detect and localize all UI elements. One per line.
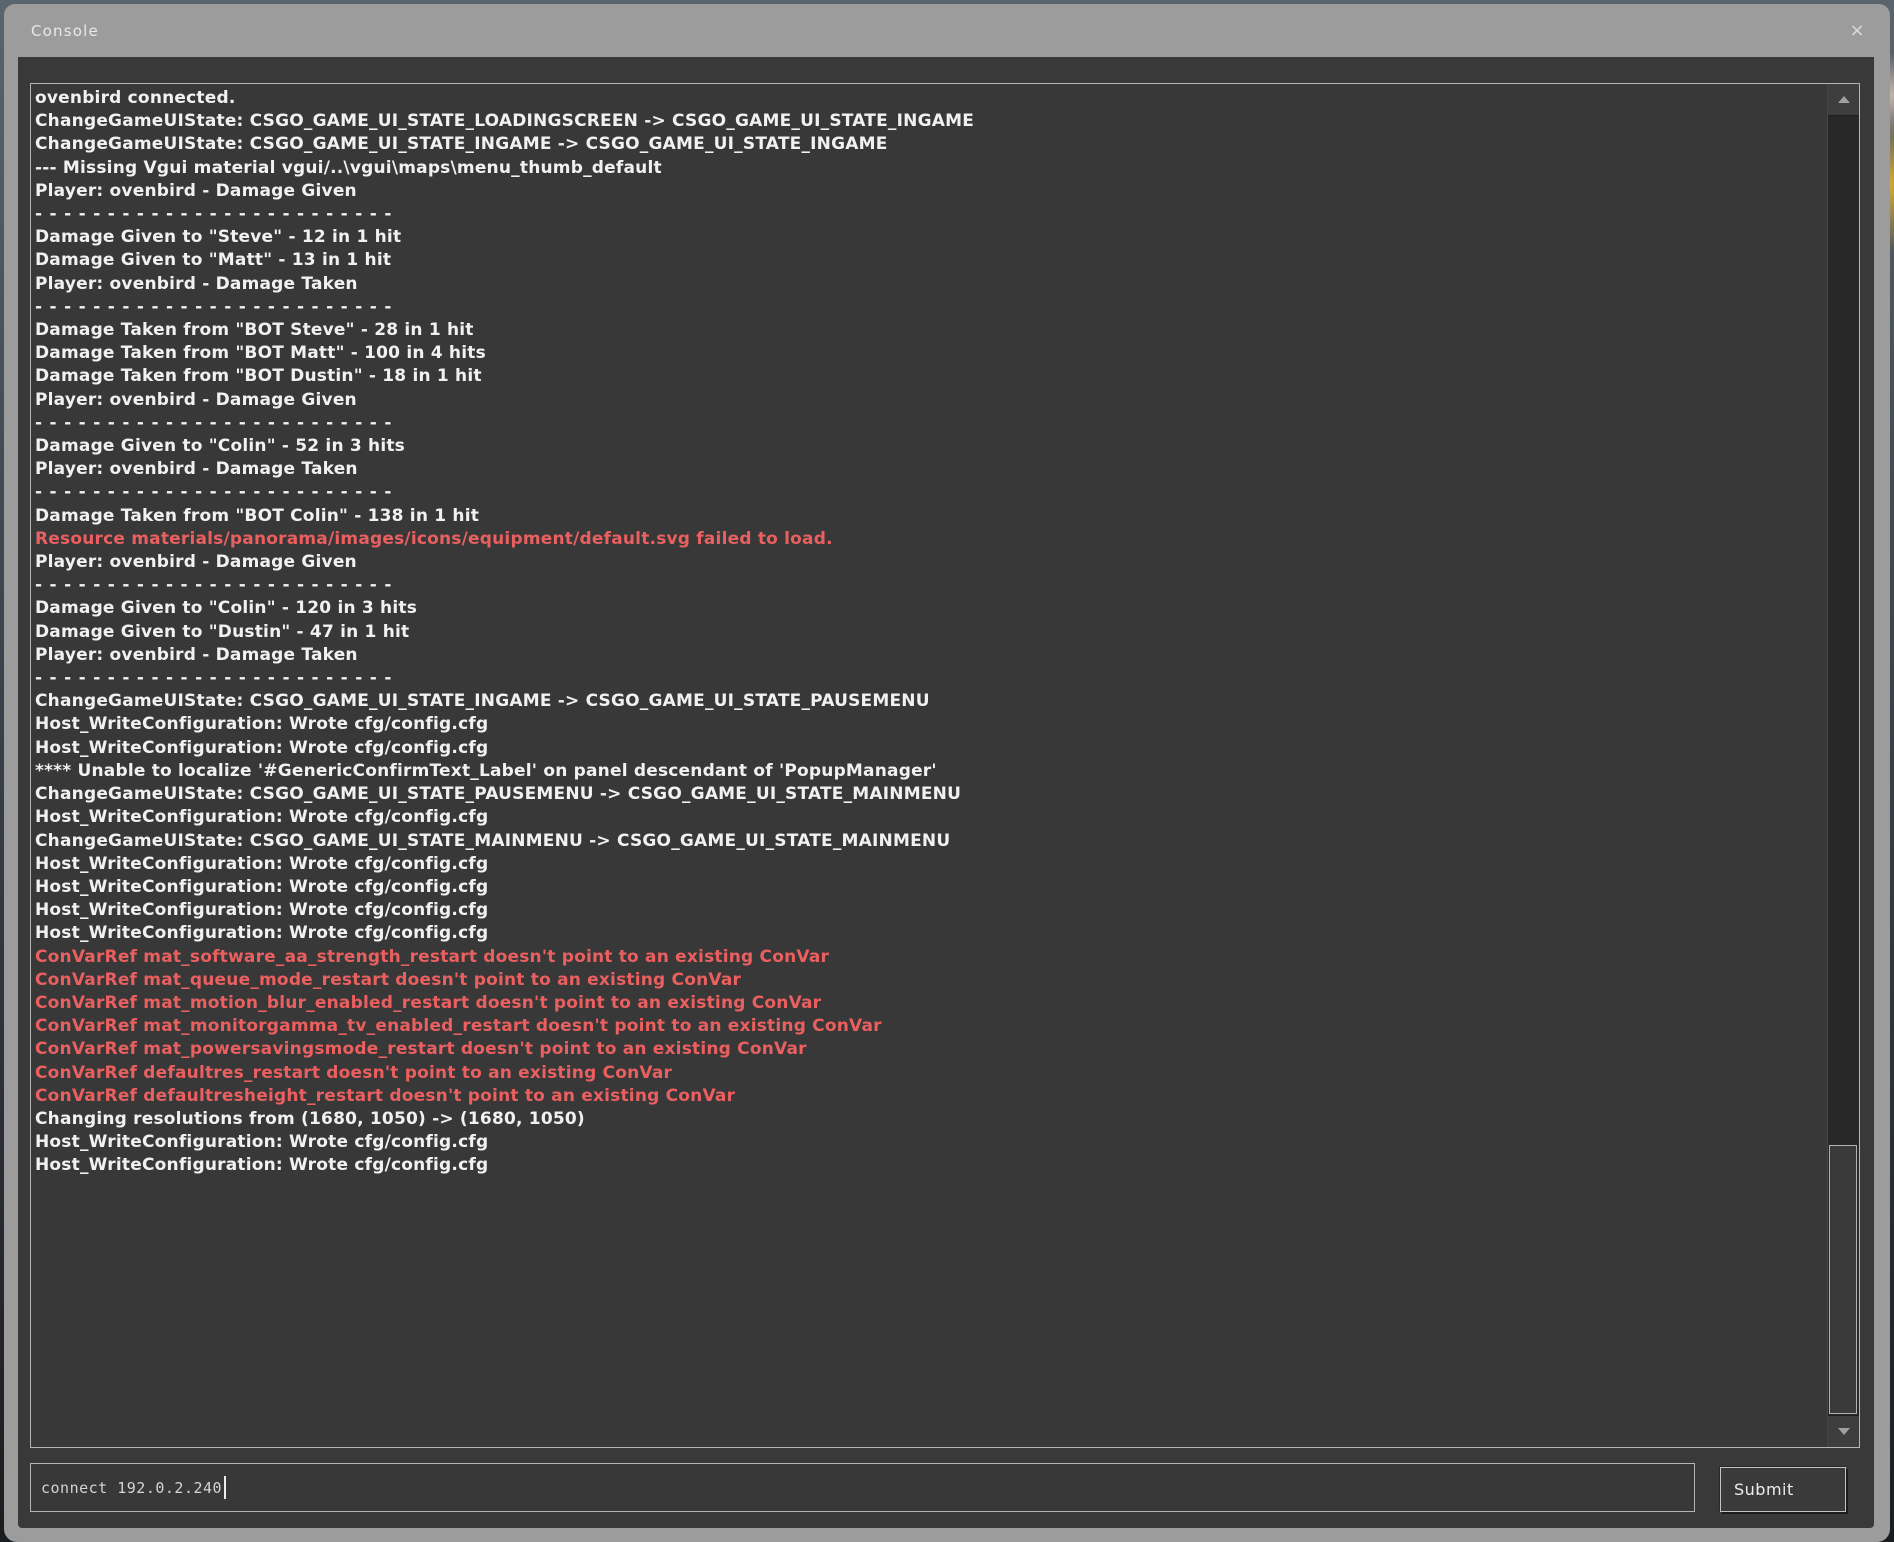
console-output-box: ovenbird connected.ChangeGameUIState: CS… [30, 83, 1860, 1448]
submit-button[interactable]: Submit [1720, 1467, 1846, 1512]
console-line: Damage Given to "Colin" - 120 in 3 hits [35, 597, 1826, 620]
console-line: Host_WriteConfiguration: Wrote cfg/confi… [35, 713, 1826, 736]
scrollbar[interactable] [1827, 84, 1859, 1447]
console-line: ConVarRef defaultresheight_restart doesn… [35, 1085, 1826, 1108]
window-title: Console [31, 22, 99, 40]
arrow-up-icon [1838, 96, 1850, 103]
console-line: ConVarRef mat_motion_blur_enabled_restar… [35, 992, 1826, 1015]
command-input[interactable]: connect 192.0.2.240 [30, 1463, 1695, 1512]
console-line: ------------------------- [35, 481, 1826, 504]
console-line: Player: ovenbird - Damage Taken [35, 644, 1826, 667]
text-cursor [224, 1476, 226, 1499]
console-line: Host_WriteConfiguration: Wrote cfg/confi… [35, 1131, 1826, 1154]
console-line: Player: ovenbird - Damage Given [35, 389, 1826, 412]
console-line: Player: ovenbird - Damage Taken [35, 458, 1826, 481]
console-line: ------------------------- [35, 296, 1826, 319]
scrollbar-thumb[interactable] [1829, 1145, 1857, 1414]
console-line: Resource materials/panorama/images/icons… [35, 528, 1826, 551]
console-line: Damage Given to "Dustin" - 47 in 1 hit [35, 621, 1826, 644]
console-line: Host_WriteConfiguration: Wrote cfg/confi… [35, 899, 1826, 922]
console-panel: ovenbird connected.ChangeGameUIState: CS… [18, 57, 1874, 1528]
console-line: Damage Given to "Colin" - 52 in 3 hits [35, 435, 1826, 458]
console-line: ------------------------- [35, 667, 1826, 690]
console-line: Damage Given to "Steve" - 12 in 1 hit [35, 226, 1826, 249]
console-line: ConVarRef defaultres_restart doesn't poi… [35, 1062, 1826, 1085]
console-window: Console × ovenbird connected.ChangeGameU… [4, 4, 1890, 1542]
console-line: ChangeGameUIState: CSGO_GAME_UI_STATE_IN… [35, 133, 1826, 156]
console-line: Damage Taken from "BOT Dustin" - 18 in 1… [35, 365, 1826, 388]
console-line: Player: ovenbird - Damage Given [35, 551, 1826, 574]
console-line: ------------------------- [35, 574, 1826, 597]
console-line: ConVarRef mat_software_aa_strength_resta… [35, 946, 1826, 969]
console-line: Damage Taken from "BOT Colin" - 138 in 1… [35, 505, 1826, 528]
console-line: ConVarRef mat_queue_mode_restart doesn't… [35, 969, 1826, 992]
console-line: ChangeGameUIState: CSGO_GAME_UI_STATE_LO… [35, 110, 1826, 133]
console-line: Player: ovenbird - Damage Given [35, 180, 1826, 203]
submit-button-label: Submit [1734, 1480, 1794, 1499]
close-icon: × [1849, 20, 1864, 41]
command-input-value: connect 192.0.2.240 [41, 1479, 222, 1497]
console-line: Host_WriteConfiguration: Wrote cfg/confi… [35, 853, 1826, 876]
console-line: ovenbird connected. [35, 87, 1826, 110]
title-bar[interactable]: Console × [4, 4, 1890, 57]
scroll-up-button[interactable] [1828, 84, 1859, 116]
scroll-down-button[interactable] [1828, 1415, 1859, 1447]
console-line: **** Unable to localize '#GenericConfirm… [35, 760, 1826, 783]
console-line: Player: ovenbird - Damage Taken [35, 273, 1826, 296]
console-line: Changing resolutions from (1680, 1050) -… [35, 1108, 1826, 1131]
console-line: Host_WriteConfiguration: Wrote cfg/confi… [35, 1154, 1826, 1177]
console-line: Damage Taken from "BOT Steve" - 28 in 1 … [35, 319, 1826, 342]
console-line: ------------------------- [35, 203, 1826, 226]
console-log: ovenbird connected.ChangeGameUIState: CS… [31, 84, 1826, 1447]
console-line: ChangeGameUIState: CSGO_GAME_UI_STATE_MA… [35, 830, 1826, 853]
console-line: Host_WriteConfiguration: Wrote cfg/confi… [35, 922, 1826, 945]
console-line: ConVarRef mat_monitorgamma_tv_enabled_re… [35, 1015, 1826, 1038]
console-line: ChangeGameUIState: CSGO_GAME_UI_STATE_PA… [35, 783, 1826, 806]
close-button[interactable]: × [1844, 17, 1870, 43]
console-line: Host_WriteConfiguration: Wrote cfg/confi… [35, 876, 1826, 899]
console-line: ConVarRef mat_powersavingsmode_restart d… [35, 1038, 1826, 1061]
arrow-down-icon [1838, 1428, 1850, 1435]
console-line: --- Missing Vgui material vgui/..\vgui\m… [35, 157, 1826, 180]
console-line: Host_WriteConfiguration: Wrote cfg/confi… [35, 737, 1826, 760]
console-line: Damage Taken from "BOT Matt" - 100 in 4 … [35, 342, 1826, 365]
console-line: Host_WriteConfiguration: Wrote cfg/confi… [35, 806, 1826, 829]
console-line: Damage Given to "Matt" - 13 in 1 hit [35, 249, 1826, 272]
console-line: ChangeGameUIState: CSGO_GAME_UI_STATE_IN… [35, 690, 1826, 713]
console-line: ------------------------- [35, 412, 1826, 435]
